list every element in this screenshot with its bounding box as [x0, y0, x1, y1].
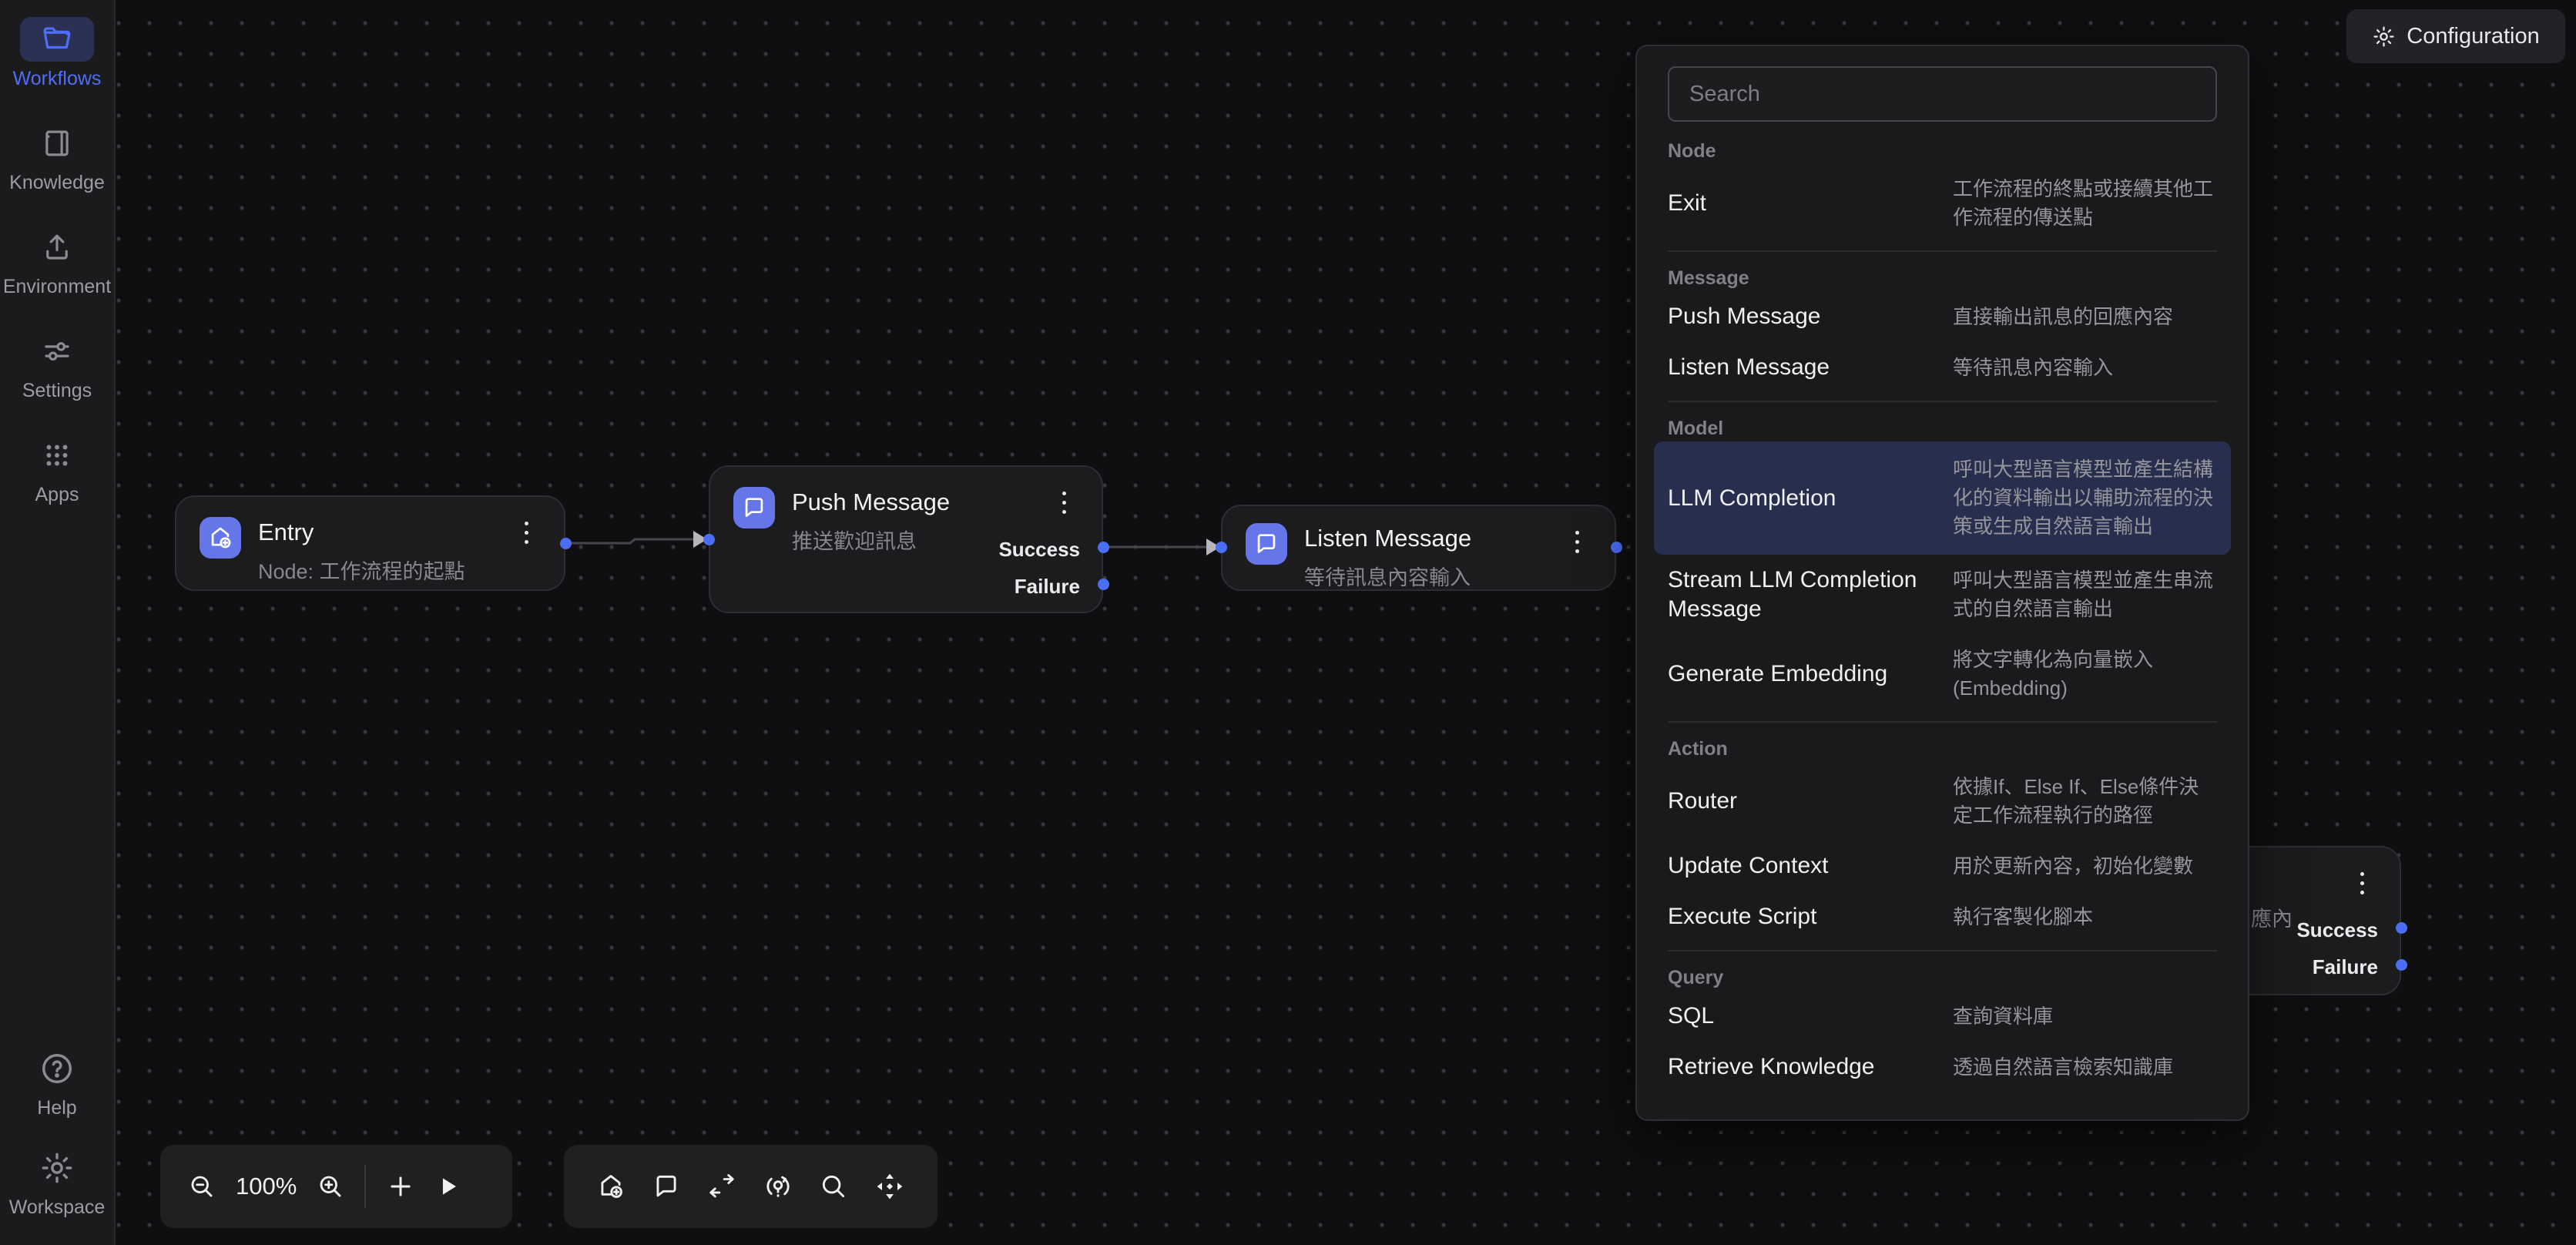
node-library-panel: Node Exit 工作流程的終點或接續其他工作流程的傳送點 Message P…: [1635, 45, 2249, 1121]
sidebar-item-label: Workspace: [9, 1196, 106, 1219]
add-node-button[interactable]: [386, 1172, 415, 1201]
configuration-button-label: Configuration: [2407, 24, 2540, 49]
divider: [1668, 950, 2217, 951]
library-item-push-message[interactable]: Push Message 直接輸出訊息的回應內容: [1668, 291, 2217, 342]
output-label-failure: Failure: [1015, 575, 1080, 599]
search-button[interactable]: [819, 1172, 848, 1201]
gear-icon: [20, 1146, 94, 1190]
sidebar-item-label: Environment: [3, 276, 111, 298]
zoom-toolbar: 100%: [160, 1145, 512, 1228]
node-menu-kebab-icon[interactable]: [522, 518, 532, 547]
divider: [1668, 401, 2217, 402]
sidebar-item-label: Knowledge: [9, 172, 105, 194]
pan-move-button[interactable]: [874, 1171, 905, 1202]
configuration-button[interactable]: Configuration: [2346, 9, 2565, 63]
zoom-level: 100%: [236, 1173, 297, 1200]
help-circle-icon: [20, 1046, 94, 1091]
node-menu-kebab-icon[interactable]: [1572, 528, 1582, 556]
library-item-router[interactable]: Router 依據If、Else If、Else條件決定工作流程執行的路徑: [1668, 762, 2217, 841]
port-push-in[interactable]: [703, 534, 715, 545]
node-title: Entry: [258, 517, 465, 548]
sidebar-item-label: Workflows: [13, 68, 102, 90]
node-subtitle-fragment: 應內: [2251, 902, 2293, 932]
node-subtitle: 推送歡迎訊息: [792, 525, 950, 555]
library-item-listen-message[interactable]: Listen Message 等待訊息內容輸入: [1668, 342, 2217, 393]
section-header-model: Model: [1668, 410, 2217, 441]
port-hidden-success[interactable]: [2396, 922, 2407, 934]
library-item-exit[interactable]: Exit 工作流程的終點或接續其他工作流程的傳送點: [1668, 164, 2217, 243]
node-subtitle: 等待訊息內容輸入: [1304, 561, 1471, 591]
zoom-out-button[interactable]: [188, 1173, 216, 1200]
port-listen-out[interactable]: [1611, 542, 1622, 553]
chat-bubble-icon: [733, 487, 775, 529]
node-entry[interactable]: Entry Node: 工作流程的起點: [175, 495, 565, 591]
sidebar-item-label: Settings: [22, 380, 92, 402]
output-label-failure: Failure: [2313, 955, 2378, 979]
swap-arrows-button[interactable]: [707, 1172, 736, 1201]
node-listen-message[interactable]: Listen Message 等待訊息內容輸入: [1221, 505, 1616, 591]
divider: [1668, 721, 2217, 723]
edge-entry-to-push: [571, 539, 693, 543]
library-item-stream-llm-completion[interactable]: Stream LLM Completion Message 呼叫大型語言模型並產…: [1668, 555, 2217, 635]
divider: [1668, 250, 2217, 252]
book-icon: [20, 121, 94, 166]
workflow-editor: Workflows Knowledge Environment: [0, 0, 2576, 1245]
node-title: Listen Message: [1304, 523, 1471, 554]
entry-node-button[interactable]: [596, 1172, 626, 1201]
section-header-action: Action: [1668, 730, 2217, 762]
node-subtitle: Node: 工作流程的起點: [258, 555, 465, 585]
library-item-retrieve-knowledge[interactable]: Retrieve Knowledge 透過自然語言檢索知識庫: [1668, 1042, 2217, 1092]
message-node-button[interactable]: [652, 1172, 681, 1201]
search-input[interactable]: [1668, 66, 2217, 122]
sidebar-item-label: Help: [37, 1097, 76, 1119]
run-button[interactable]: [435, 1173, 461, 1200]
sidebar-item-settings[interactable]: Settings: [20, 329, 94, 402]
library-item-sql[interactable]: SQL 查詢資料庫: [1668, 991, 2217, 1042]
sidebar-item-environment[interactable]: Environment: [3, 225, 111, 298]
port-entry-out[interactable]: [560, 538, 572, 549]
library-item-llm-completion[interactable]: LLM Completion 呼叫大型語言模型並產生結構化的資料輸出以輔助流程的…: [1654, 441, 2231, 555]
output-label-success: Success: [998, 538, 1080, 562]
sidebar-item-help[interactable]: Help: [20, 1046, 94, 1119]
grid-dots-icon: [20, 433, 94, 478]
llm-refresh-bulb-button[interactable]: [763, 1172, 793, 1201]
sidebar-item-knowledge[interactable]: Knowledge: [9, 121, 105, 194]
node-title: Push Message: [792, 487, 950, 518]
section-header-node: Node: [1668, 133, 2217, 164]
chat-bubble-icon: [1246, 523, 1287, 565]
library-item-update-context[interactable]: Update Context 用於更新內容，初始化變數: [1668, 841, 2217, 891]
section-header-message: Message: [1668, 260, 2217, 291]
node-menu-kebab-icon[interactable]: [2357, 869, 2367, 898]
gear-icon: [2372, 25, 2396, 49]
node-menu-kebab-icon[interactable]: [1059, 488, 1069, 517]
output-label-success: Success: [2296, 918, 2378, 942]
sidebar-item-apps[interactable]: Apps: [20, 433, 94, 506]
toolbar-divider: [364, 1165, 366, 1208]
sidebar-item-label: Apps: [35, 484, 79, 506]
folder-icon: [20, 17, 94, 62]
zoom-in-button[interactable]: [317, 1173, 344, 1200]
port-listen-in[interactable]: [1216, 542, 1227, 553]
upload-icon: [20, 225, 94, 270]
home-plus-icon: [200, 517, 241, 559]
node-push-message[interactable]: Push Message 推送歡迎訊息 Success Failure: [709, 465, 1103, 613]
port-push-failure[interactable]: [1098, 579, 1109, 590]
section-header-query: Query: [1668, 959, 2217, 991]
port-push-success[interactable]: [1098, 542, 1109, 553]
sidebar-item-workspace[interactable]: Workspace: [9, 1146, 106, 1219]
sidebar: Workflows Knowledge Environment: [0, 0, 116, 1245]
port-hidden-failure[interactable]: [2396, 959, 2407, 971]
library-item-generate-embedding[interactable]: Generate Embedding 將文字轉化為向量嵌入 (Embedding…: [1668, 635, 2217, 713]
sliders-icon: [20, 329, 94, 374]
library-item-execute-script[interactable]: Execute Script 執行客製化腳本: [1668, 891, 2217, 942]
sidebar-item-workflows[interactable]: Workflows: [13, 17, 102, 90]
node-shortcut-toolbar: [564, 1145, 937, 1228]
